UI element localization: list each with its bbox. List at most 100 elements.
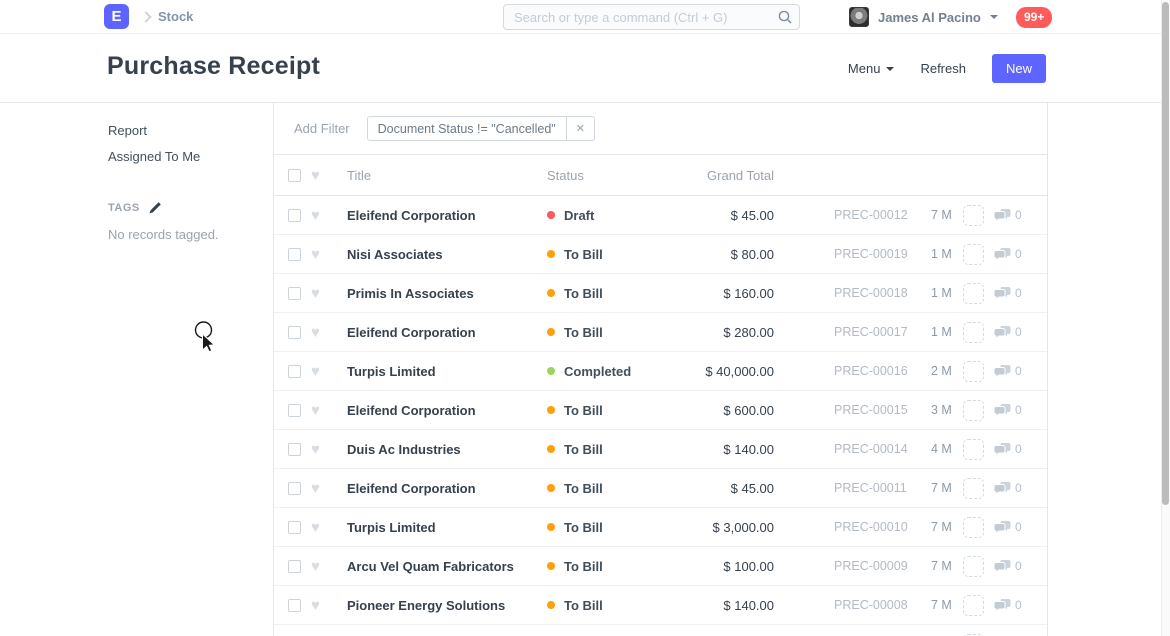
table-row[interactable]: ♥ Arcu Vel Quam Fabricators To Bill $ 10…: [274, 547, 1047, 586]
assign-placeholder[interactable]: [963, 205, 984, 226]
like-icon[interactable]: ♥: [311, 208, 327, 223]
like-icon[interactable]: ♥: [311, 325, 327, 340]
row-title[interactable]: Nisi Associates: [347, 247, 547, 262]
app-logo[interactable]: E: [104, 4, 129, 29]
row-title[interactable]: Pioneer Energy Solutions: [347, 598, 547, 613]
row-id[interactable]: PREC-00015: [834, 403, 909, 417]
like-icon[interactable]: ♥: [311, 598, 327, 613]
status-dot-icon: [547, 445, 555, 453]
like-icon[interactable]: ♥: [311, 247, 327, 262]
assign-placeholder[interactable]: [963, 595, 984, 616]
table-row[interactable]: ♥ Nisi Associates To Bill $ 80.00 PREC-0…: [274, 235, 1047, 274]
row-title[interactable]: Arcu Vel Quam Fabricators: [347, 559, 547, 574]
row-id[interactable]: PREC-00011: [834, 481, 909, 495]
like-icon[interactable]: ♥: [311, 364, 327, 379]
status-label: To Bill: [564, 598, 603, 613]
assign-placeholder[interactable]: [963, 478, 984, 499]
row-age: 7 M: [931, 598, 963, 612]
row-title[interactable]: Primis In Associates: [347, 286, 547, 301]
refresh-button[interactable]: Refresh: [920, 61, 966, 76]
notification-badge[interactable]: 99+: [1016, 7, 1052, 28]
like-icon[interactable]: ♥: [311, 520, 327, 535]
assign-placeholder[interactable]: [963, 439, 984, 460]
table-row[interactable]: ♥ Eleifend Corporation To Bill $ 600.00 …: [274, 391, 1047, 430]
like-icon[interactable]: ♥: [311, 481, 327, 496]
comment-count: 0: [994, 559, 1022, 573]
like-filter-icon[interactable]: ♥: [311, 168, 327, 183]
row-title[interactable]: Turpis Limited: [347, 364, 547, 379]
table-row[interactable]: ♥ Turpis Limited Completed $ 40,000.00 P…: [274, 352, 1047, 391]
row-id[interactable]: PREC-00012: [834, 208, 909, 222]
row-checkbox[interactable]: [288, 365, 301, 378]
row-title[interactable]: Turpis Limited: [347, 520, 547, 535]
assign-placeholder[interactable]: [963, 244, 984, 265]
comments-icon: [994, 482, 1011, 495]
row-title[interactable]: Eleifend Corporation: [347, 481, 547, 496]
assign-placeholder[interactable]: [963, 322, 984, 343]
like-icon[interactable]: ♥: [311, 442, 327, 457]
row-id[interactable]: PREC-00019: [834, 247, 909, 261]
row-title[interactable]: Duis Ac Industries: [347, 442, 547, 457]
like-icon[interactable]: ♥: [311, 559, 327, 574]
row-checkbox[interactable]: [288, 209, 301, 222]
table-row[interactable]: ♥ Duis Ac Industries To Bill $ 140.00 PR…: [274, 430, 1047, 469]
row-checkbox[interactable]: [288, 404, 301, 417]
row-title[interactable]: Eleifend Corporation: [347, 325, 547, 340]
table-row[interactable]: ♥ Eleifend Corporation To Bill $ 45.00 P…: [274, 469, 1047, 508]
select-all-checkbox[interactable]: [288, 169, 301, 182]
row-title[interactable]: Eleifend Corporation: [347, 403, 547, 418]
sidebar-item-assigned-to-me[interactable]: Assigned To Me: [108, 149, 253, 164]
row-checkbox[interactable]: [288, 287, 301, 300]
scrollbar-thumb[interactable]: [1162, 2, 1169, 505]
row-grand-total: $ 45.00: [677, 481, 774, 496]
like-icon[interactable]: ♥: [311, 286, 327, 301]
table-row[interactable]: ♥ Eleifend Corporation To Bill $ 280.00 …: [274, 313, 1047, 352]
row-checkbox[interactable]: [288, 599, 301, 612]
row-id[interactable]: PREC-00014: [834, 442, 909, 456]
row-checkbox[interactable]: [288, 248, 301, 261]
row-id[interactable]: PREC-00009: [834, 559, 909, 573]
row-id[interactable]: PREC-00017: [834, 325, 909, 339]
row-checkbox[interactable]: [288, 560, 301, 573]
row-id[interactable]: PREC-00016: [834, 364, 909, 378]
new-button[interactable]: New: [992, 54, 1046, 83]
sidebar-item-report[interactable]: Report: [108, 123, 253, 138]
menu-button[interactable]: Menu: [848, 61, 895, 76]
content-layout: Report Assigned To Me TAGS No records ta…: [0, 103, 1170, 636]
assign-placeholder[interactable]: [963, 400, 984, 421]
search-input[interactable]: [503, 4, 800, 30]
row-age: 7 M: [931, 520, 963, 534]
status-dot-icon: [547, 211, 555, 219]
row-checkbox[interactable]: [288, 443, 301, 456]
row-checkbox[interactable]: [288, 326, 301, 339]
scrollbar-track[interactable]: [1161, 0, 1170, 636]
user-menu[interactable]: James Al Pacino: [849, 0, 998, 34]
table-row[interactable]: ♥ Turpis Limited To Bill $ 3,000.00 PREC…: [274, 508, 1047, 547]
row-checkbox[interactable]: [288, 521, 301, 534]
assign-placeholder[interactable]: [963, 361, 984, 382]
add-filter-button[interactable]: Add Filter: [294, 121, 350, 136]
tags-empty-text: No records tagged.: [108, 227, 253, 242]
global-search: [503, 4, 800, 30]
row-id[interactable]: PREC-00010: [834, 520, 909, 534]
user-name: James Al Pacino: [878, 10, 981, 25]
assign-placeholder[interactable]: [963, 283, 984, 304]
edit-tags-icon[interactable]: [149, 201, 162, 214]
row-title[interactable]: Eleifend Corporation: [347, 208, 547, 223]
comments-icon: [994, 443, 1011, 456]
row-status: Completed: [547, 364, 677, 379]
status-dot-icon: [547, 406, 555, 414]
row-id[interactable]: PREC-00008: [834, 598, 909, 612]
assign-placeholder[interactable]: [963, 517, 984, 538]
table-row[interactable]: ♥ Eleifend Corporation Draft $ 45.00 PRE…: [274, 196, 1047, 235]
table-row[interactable]: ♥ Pioneer Energy Solutions To Bill $ 140…: [274, 586, 1047, 625]
row-id[interactable]: PREC-00018: [834, 286, 909, 300]
assign-placeholder[interactable]: [963, 556, 984, 577]
table-row[interactable]: ♥ Primis In Associates To Bill $ 160.00 …: [274, 274, 1047, 313]
filter-chip-label[interactable]: Document Status != "Cancelled": [367, 116, 567, 141]
like-icon[interactable]: ♥: [311, 403, 327, 418]
table-row[interactable]: ♥: [274, 625, 1047, 636]
breadcrumb-stock[interactable]: Stock: [158, 0, 193, 34]
remove-filter-icon[interactable]: ✕: [566, 116, 595, 141]
row-checkbox[interactable]: [288, 482, 301, 495]
